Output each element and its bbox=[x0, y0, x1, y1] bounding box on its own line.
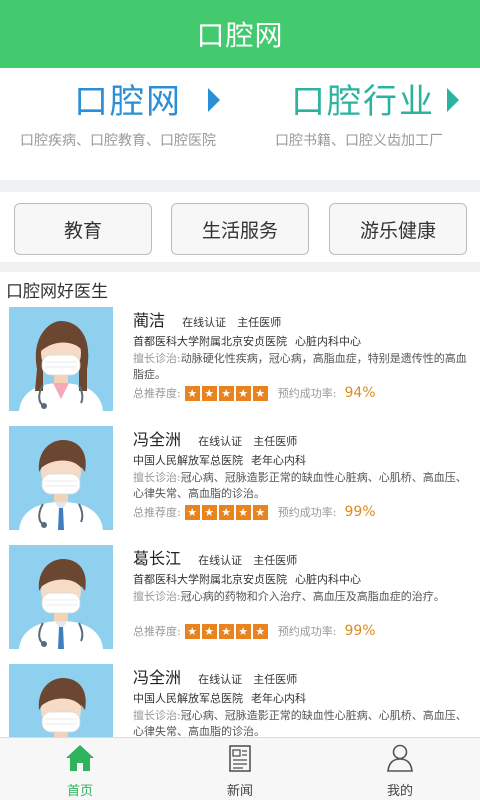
recommend-label: 总推荐度: bbox=[133, 625, 181, 638]
doctor-card[interactable]: 葛长江 在线认证 主任医师 首都医科大学附属北京安贞医院 心脏内科中心 擅长诊治:… bbox=[0, 541, 480, 660]
doctor-hospital: 首都医科大学附属北京安贞医院 bbox=[133, 573, 287, 586]
doctor-card[interactable]: 蔺洁 在线认证 主任医师 首都医科大学附属北京安贞医院 心脏内科中心 擅长诊治:动… bbox=[0, 303, 480, 422]
star-icon: ★ bbox=[252, 385, 268, 401]
doctor-name: 葛长江 bbox=[133, 549, 182, 568]
rating-stars: ★ ★ ★ ★ ★ bbox=[184, 623, 270, 639]
specialty-label: 擅长诊治: bbox=[133, 471, 181, 484]
star-icon: ★ bbox=[235, 504, 251, 520]
tab-home-label: 首页 bbox=[66, 784, 93, 799]
tab-profile[interactable]: 我的 bbox=[320, 738, 480, 800]
doctor-department: 心脏内科中心 bbox=[295, 335, 361, 348]
verified-badge: 在线认证 bbox=[198, 673, 243, 686]
star-icon: ★ bbox=[218, 504, 234, 520]
section-title: 口腔网好医生 bbox=[6, 282, 108, 302]
category-row: 教育 生活服务 游乐健康 bbox=[0, 192, 480, 262]
doctor-specialty: 擅长诊治:冠心病的药物和介入治疗、高血压及高脂血症的治疗。 bbox=[133, 589, 473, 605]
doctor-list: 蔺洁 在线认证 主任医师 首都医科大学附属北京安贞医院 心脏内科中心 擅长诊治:动… bbox=[0, 303, 480, 737]
specialty-text: 冠心病的药物和介入治疗、高血压及高脂血症的治疗。 bbox=[180, 590, 445, 603]
app-header: 口腔网 bbox=[0, 0, 480, 68]
specialty-label: 擅长诊治: bbox=[133, 352, 181, 365]
category-button-life-services[interactable]: 生活服务 bbox=[171, 203, 309, 255]
category-button-entertainment-health[interactable]: 游乐健康 bbox=[329, 203, 467, 255]
doctor-rank: 主任医师 bbox=[253, 673, 298, 686]
news-icon bbox=[229, 745, 251, 772]
banner-right-title: 口腔行业 bbox=[291, 82, 435, 122]
doctor-name: 冯全洲 bbox=[133, 430, 182, 449]
bottom-tab-bar: 首页 新闻 我的 bbox=[0, 737, 480, 800]
success-rate-label: 预约成功率: bbox=[277, 387, 337, 400]
star-icon: ★ bbox=[184, 385, 200, 401]
verified-badge: 在线认证 bbox=[198, 554, 243, 567]
doctor-avatar bbox=[9, 426, 113, 530]
star-icon: ★ bbox=[218, 385, 234, 401]
doctor-rank: 主任医师 bbox=[253, 554, 298, 567]
arrow-right-icon bbox=[447, 88, 459, 112]
divider bbox=[0, 262, 480, 272]
arrow-right-icon bbox=[208, 88, 220, 112]
star-icon: ★ bbox=[184, 504, 200, 520]
star-icon: ★ bbox=[235, 623, 251, 639]
star-icon: ★ bbox=[184, 623, 200, 639]
star-icon: ★ bbox=[201, 504, 217, 520]
home-icon bbox=[66, 745, 94, 771]
success-rate-value: 99% bbox=[344, 623, 376, 639]
doctor-rank: 主任医师 bbox=[253, 435, 298, 448]
doctor-card[interactable]: 冯全洲 在线认证 主任医师 中国人民解放军总医院 老年心内科 擅长诊治:冠心病、冠… bbox=[0, 660, 480, 737]
star-icon: ★ bbox=[252, 623, 268, 639]
banner-left-subtitle: 口腔疾病、口腔教育、口腔医院 bbox=[20, 133, 216, 149]
doctor-department: 老年心内科 bbox=[251, 692, 306, 705]
tab-home[interactable]: 首页 bbox=[0, 738, 160, 800]
specialty-label: 擅长诊治: bbox=[133, 709, 181, 722]
banner-left-title: 口腔网 bbox=[74, 82, 182, 122]
star-icon: ★ bbox=[235, 385, 251, 401]
banner-right-subtitle: 口腔书籍、口腔义齿加工厂 bbox=[275, 133, 443, 149]
doctor-specialty: 擅长诊治:冠心病、冠脉造影正常的缺血性心脏病、心肌桥、高血压、心律失常、高血脂的… bbox=[133, 708, 473, 737]
doctor-specialty: 擅长诊治:冠心病、冠脉造影正常的缺血性心脏病、心肌桥、高血压、心律失常、高血脂的… bbox=[133, 470, 473, 502]
success-rate-value: 99% bbox=[344, 504, 376, 520]
star-icon: ★ bbox=[201, 623, 217, 639]
doctor-avatar bbox=[9, 664, 113, 737]
verified-badge: 在线认证 bbox=[198, 435, 243, 448]
app-title: 口腔网 bbox=[196, 19, 284, 52]
tab-news-label: 新闻 bbox=[226, 784, 253, 799]
doctor-hospital: 首都医科大学附属北京安贞医院 bbox=[133, 335, 287, 348]
banner-oral-industry[interactable]: 口腔行业 口腔书籍、口腔义齿加工厂 bbox=[275, 68, 475, 180]
tab-profile-label: 我的 bbox=[386, 784, 413, 799]
banner: 口腔网 口腔疾病、口腔教育、口腔医院 口腔行业 口腔书籍、口腔义齿加工厂 bbox=[0, 68, 480, 180]
doctor-specialty: 擅长诊治:动脉硬化性疾病，冠心病，高脂血症，特别是遗传性的高血脂症。 bbox=[133, 351, 473, 383]
rating-stars: ★ ★ ★ ★ ★ bbox=[184, 385, 270, 401]
rating-stars: ★ ★ ★ ★ ★ bbox=[184, 504, 270, 520]
doctor-name: 蔺洁 bbox=[133, 311, 166, 330]
banner-oral-network[interactable]: 口腔网 口腔疾病、口腔教育、口腔医院 bbox=[20, 68, 240, 180]
specialty-text: 冠心病、冠脉造影正常的缺血性心脏病、心肌桥、高血压、心律失常、高血脂的诊治。 bbox=[133, 471, 467, 500]
specialty-label: 擅长诊治: bbox=[133, 590, 181, 603]
doctor-rank: 主任医师 bbox=[237, 316, 282, 329]
user-icon bbox=[387, 744, 413, 772]
star-icon: ★ bbox=[201, 385, 217, 401]
tab-news[interactable]: 新闻 bbox=[160, 738, 320, 800]
star-icon: ★ bbox=[252, 504, 268, 520]
doctor-avatar bbox=[9, 307, 113, 411]
doctor-hospital: 中国人民解放军总医院 bbox=[133, 692, 243, 705]
doctor-hospital: 中国人民解放军总医院 bbox=[133, 454, 243, 467]
recommend-label: 总推荐度: bbox=[133, 506, 181, 519]
specialty-text: 动脉硬化性疾病，冠心病，高脂血症，特别是遗传性的高血脂症。 bbox=[133, 352, 467, 381]
doctor-department: 心脏内科中心 bbox=[295, 573, 361, 586]
star-icon: ★ bbox=[218, 623, 234, 639]
category-button-education[interactable]: 教育 bbox=[14, 203, 152, 255]
divider bbox=[0, 180, 480, 192]
doctor-department: 老年心内科 bbox=[251, 454, 306, 467]
doctor-avatar bbox=[9, 545, 113, 649]
doctor-name: 冯全洲 bbox=[133, 668, 182, 687]
recommend-label: 总推荐度: bbox=[133, 387, 181, 400]
success-rate-label: 预约成功率: bbox=[277, 625, 337, 638]
verified-badge: 在线认证 bbox=[182, 316, 227, 329]
specialty-text: 冠心病、冠脉造影正常的缺血性心脏病、心肌桥、高血压、心律失常、高血脂的诊治。 bbox=[133, 709, 467, 737]
success-rate-label: 预约成功率: bbox=[277, 506, 337, 519]
success-rate-value: 94% bbox=[344, 385, 376, 401]
doctor-card[interactable]: 冯全洲 在线认证 主任医师 中国人民解放军总医院 老年心内科 擅长诊治:冠心病、冠… bbox=[0, 422, 480, 541]
